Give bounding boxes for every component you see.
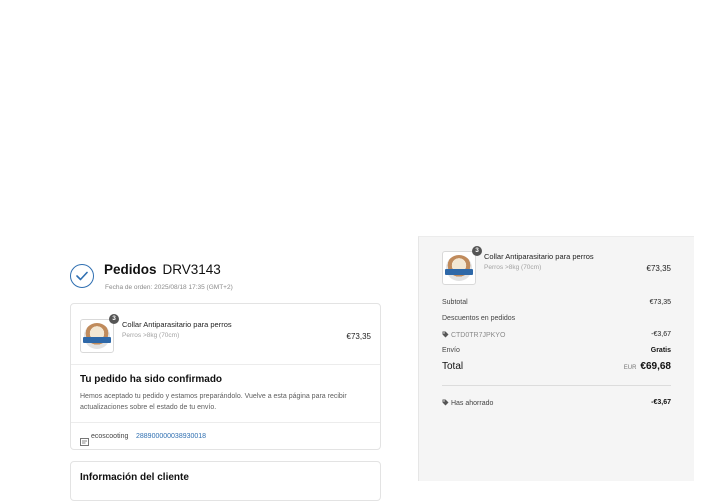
carrier-name: ecoscooting [91,433,129,440]
summary-product-name: Collar Antiparasitario para perros [484,252,594,261]
total-currency: EUR [623,365,637,371]
total-value: €69,68 [640,361,671,372]
discounts-label: Descuentos en pedidos [442,315,516,322]
shipping-value: Gratis [650,347,671,354]
confirmation-text: Hemos aceptado tu pedido y estamos prepa… [80,393,347,411]
order-title-label: Pedidos [104,262,157,277]
customer-info-title: Información del cliente [80,472,189,483]
tag-icon [442,331,451,339]
product-variant: Perros >8kg (70cm) [122,332,180,339]
order-status-panel: Pedidos DRV3143 Fecha de orden: 2025/08/1… [0,0,418,501]
summary-quantity-badge: 3 [472,246,482,256]
subtotal-label: Subtotal [442,299,468,306]
confirmation-title: Tu pedido ha sido confirmado [80,374,223,385]
order-summary-panel: 3 Collar Antiparasitario para perros Per… [418,236,694,481]
savings-tag-icon [442,399,451,407]
summary-product-variant: Perros >8kg (70cm) [484,264,542,271]
customer-info-card: Información del cliente [70,461,381,501]
product-thumbnail [80,319,114,353]
tracking-icon [80,433,89,451]
check-circle-icon [70,264,94,288]
savings-label: Has ahorrado [450,400,494,407]
summary-product-thumbnail [442,251,476,285]
product-row: 3 Collar Antiparasitario para perros Per… [71,304,380,365]
shipping-label: Envío [442,347,460,354]
total-label: Total [442,361,464,372]
tracking-number-link[interactable]: 288900000038930018 [136,433,206,440]
tracking-row: ecoscooting 288900000038930018 [71,422,380,451]
order-card: 3 Collar Antiparasitario para perros Per… [70,303,381,450]
order-date: Fecha de orden: 2025/08/18 17:35 (GMT+2) [105,284,233,291]
discount-value: -€3,67 [651,331,671,338]
summary-divider [442,385,671,386]
page-title: Pedidos DRV3143 [104,262,221,277]
discount-code: CTD0TR7JPKYO [450,332,506,339]
savings-value: -€3,67 [651,399,671,406]
quantity-badge: 3 [109,314,119,324]
product-name: Collar Antiparasitario para perros [122,320,232,329]
subtotal-value: €73,35 [649,299,671,306]
product-price: €73,35 [346,332,371,341]
summary-product-price: €73,35 [646,264,671,273]
order-number: DRV3143 [162,262,221,277]
